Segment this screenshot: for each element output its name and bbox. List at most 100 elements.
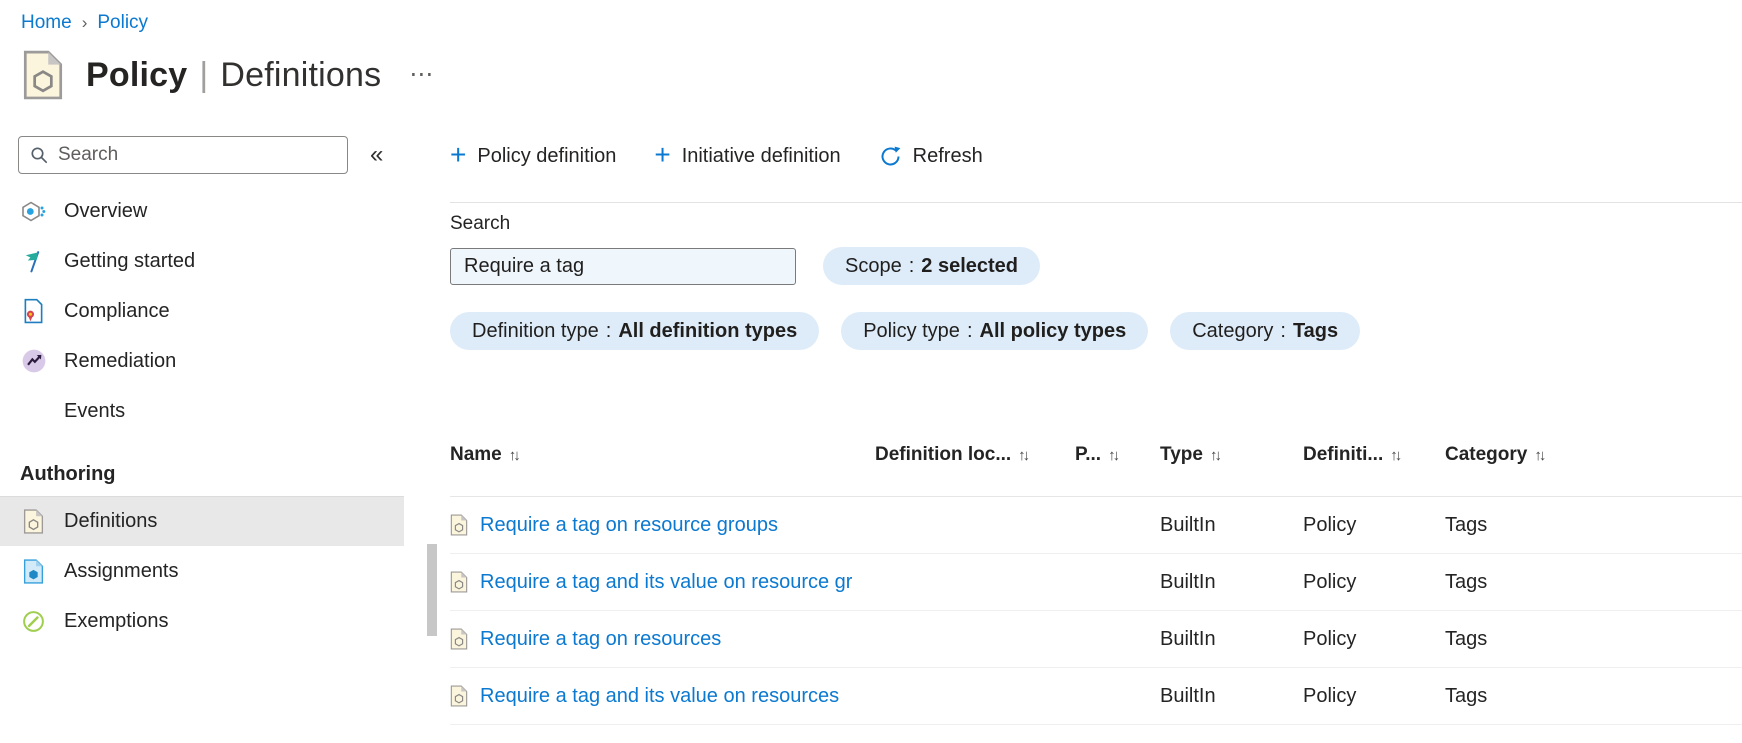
sidebar-search-box[interactable] (18, 136, 348, 174)
sidebar-item-label: Compliance (64, 299, 170, 322)
definition-type-cell: Policy (1303, 496, 1445, 554)
more-options-button[interactable]: ⋯ (403, 59, 439, 91)
page-title-separator: | (199, 55, 209, 94)
column-label: Category (1445, 444, 1528, 465)
column-label: Name (450, 444, 502, 465)
definition-location-cell (875, 496, 1075, 554)
refresh-button[interactable]: Refresh (879, 145, 983, 168)
sidebar-item-events[interactable]: Events (0, 386, 404, 436)
policy-type-filter-pill[interactable]: Policy type : All policy types (841, 312, 1149, 350)
column-header-policies[interactable]: P... ↑↓ (1075, 400, 1160, 497)
initiative-definition-button[interactable]: + Initiative definition (654, 138, 841, 170)
category-cell: Tags (1445, 610, 1742, 668)
category-cell: Tags (1445, 496, 1742, 554)
page-title-secondary: Definitions (220, 55, 382, 94)
column-label: Definition loc... (875, 444, 1012, 465)
table-row[interactable]: Require a tag on resource groups BuiltIn… (450, 496, 1742, 554)
policy-definition-icon (20, 508, 47, 535)
sidebar-item-exemptions[interactable]: Exemptions (0, 596, 404, 646)
sidebar-item-label: Events (64, 399, 126, 422)
column-header-definition-location[interactable]: Definition loc... ↑↓ (875, 400, 1075, 497)
definition-type-cell: Policy (1303, 667, 1445, 725)
category-cell: Tags (1445, 553, 1742, 611)
table-row[interactable]: Require a tag on resources BuiltIn Polic… (450, 610, 1742, 668)
table-row[interactable]: Require a tag and its value on resource … (450, 553, 1742, 611)
main-content: + Policy definition + Initiative definit… (437, 136, 1742, 725)
command-label: Refresh (912, 144, 983, 167)
sidebar-item-overview[interactable]: Overview (0, 186, 404, 236)
pill-value: Tags (1292, 319, 1339, 342)
command-bar: + Policy definition + Initiative definit… (450, 136, 1742, 176)
definition-name-link[interactable]: Require a tag and its value on resource … (480, 571, 852, 594)
definition-type-filter-pill[interactable]: Definition type : All definition types (450, 312, 820, 350)
table-row[interactable]: Require a tag and its value on resources… (450, 667, 1742, 725)
sidebar-item-getting-started[interactable]: Getting started (0, 236, 404, 286)
policies-cell (1075, 667, 1160, 725)
sort-icon: ↑↓ (1018, 447, 1030, 464)
sort-icon: ↑↓ (1209, 447, 1222, 464)
definition-type-cell: Policy (1303, 553, 1445, 611)
type-cell: BuiltIn (1160, 553, 1303, 611)
policy-definition-button[interactable]: + Policy definition (450, 138, 616, 170)
sidebar-section-authoring: Authoring (20, 462, 116, 485)
policy-document-icon (22, 50, 64, 100)
column-label: P... (1075, 444, 1102, 465)
policy-definition-icon (450, 571, 468, 593)
category-filter-pill[interactable]: Category : Tags (1170, 312, 1361, 350)
plus-icon: + (450, 138, 467, 170)
column-header-definition-type[interactable]: Definiti... ↑↓ (1303, 400, 1445, 497)
pill-separator: : (605, 319, 612, 342)
collapse-sidebar-button[interactable]: « (364, 139, 389, 171)
sidebar-item-label: Getting started (64, 249, 196, 272)
exemptions-icon (20, 608, 47, 635)
column-header-type[interactable]: Type ↑↓ (1160, 400, 1303, 497)
column-label: Definiti... (1303, 444, 1384, 465)
pill-label: Policy type (863, 319, 960, 342)
pill-label: Scope (845, 254, 902, 277)
category-cell: Tags (1445, 667, 1742, 725)
type-cell: BuiltIn (1160, 667, 1303, 725)
definition-location-cell (875, 610, 1075, 668)
breadcrumb-home-link[interactable]: Home (21, 12, 72, 34)
scope-filter-pill[interactable]: Scope : 2 selected (823, 247, 1041, 285)
assignments-icon (20, 558, 47, 585)
table-header-row: Name ↑↓ Definition loc... ↑↓ P... ↑↓ Type ↑↓… (450, 400, 1742, 497)
sidebar-item-label: Overview (64, 199, 148, 222)
getting-started-icon (20, 248, 47, 275)
sort-icon: ↑↓ (508, 447, 521, 464)
command-label: Initiative definition (681, 144, 841, 167)
sidebar: « Overview (0, 136, 437, 646)
column-header-name[interactable]: Name ↑↓ (450, 400, 875, 497)
sort-icon: ↑↓ (1390, 447, 1402, 464)
definition-name-link[interactable]: Require a tag and its value on resources (480, 685, 839, 708)
type-cell: BuiltIn (1160, 610, 1303, 668)
definition-search-input[interactable] (450, 247, 796, 285)
definition-name-link[interactable]: Require a tag on resource groups (480, 514, 778, 537)
column-label: Type (1160, 444, 1203, 465)
compliance-icon (20, 298, 47, 325)
breadcrumb: Home › Policy (0, 0, 1742, 34)
sidebar-scrollbar-thumb[interactable] (427, 544, 437, 636)
sidebar-item-remediation[interactable]: Remediation (0, 336, 404, 386)
title-bar: Policy | Definitions ⋯ (0, 34, 1742, 100)
sidebar-item-label: Remediation (64, 349, 177, 372)
pill-label: Category (1192, 319, 1274, 342)
events-icon (20, 398, 47, 425)
sidebar-item-definitions[interactable]: Definitions (0, 496, 404, 546)
sidebar-item-label: Assignments (64, 559, 179, 582)
plus-icon: + (654, 138, 671, 170)
overview-icon (20, 198, 47, 225)
refresh-icon (881, 146, 901, 165)
breadcrumb-policy-link[interactable]: Policy (97, 12, 148, 34)
column-header-category[interactable]: Category ↑↓ (1445, 400, 1742, 497)
definition-location-cell (875, 667, 1075, 725)
sidebar-item-assignments[interactable]: Assignments (0, 546, 404, 596)
definition-name-link[interactable]: Require a tag on resources (480, 628, 721, 651)
sidebar-search-input[interactable] (58, 144, 337, 166)
sort-icon: ↑↓ (1534, 447, 1546, 464)
pill-label: Definition type (472, 319, 599, 342)
page-title: Policy | Definitions (86, 56, 381, 95)
policies-cell (1075, 553, 1160, 611)
sidebar-item-compliance[interactable]: Compliance (0, 286, 404, 336)
policy-definition-icon (450, 628, 468, 650)
